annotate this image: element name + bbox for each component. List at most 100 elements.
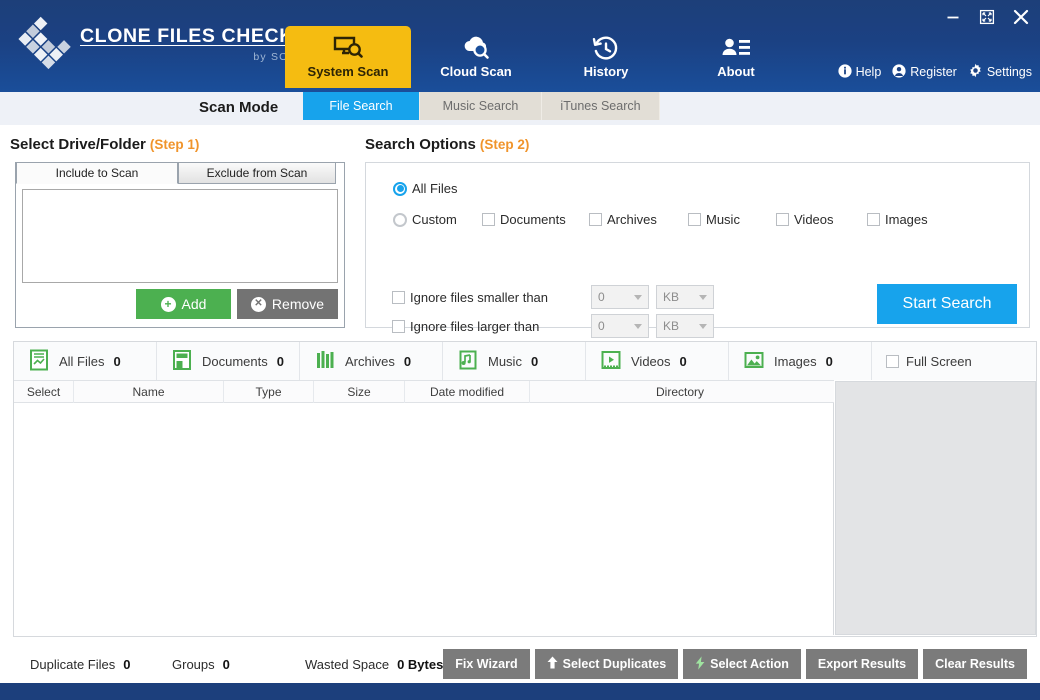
select-action-button[interactable]: Select Action <box>683 649 801 679</box>
checkbox-ignore-larger-icon <box>392 320 405 333</box>
gear-icon <box>968 63 983 81</box>
checkbox-ignore-larger[interactable]: Ignore files larger than <box>392 319 539 334</box>
status-bar: Duplicate Files 0 Groups 0 Wasted Space … <box>5 645 1035 683</box>
step2-title: Search Options <box>365 136 476 153</box>
checkbox-ignore-smaller[interactable]: Ignore files smaller than <box>392 290 548 305</box>
chevron-down-icon <box>699 324 707 329</box>
results-tab-documents-count: 0 <box>277 354 284 369</box>
fix-wizard-button[interactable]: Fix Wizard <box>443 649 529 679</box>
step1-heading: Select Drive/Folder(Step 1) <box>10 136 350 154</box>
results-tab-videos-count: 0 <box>680 354 687 369</box>
ignore-smaller-value-input[interactable]: 0 <box>591 285 649 309</box>
step2-box: All Files Custom Documents <box>365 162 1030 328</box>
step1-box: Include to Scan Exclude from Scan + Add … <box>15 162 345 328</box>
tab-file-search[interactable]: File Search <box>303 92 420 120</box>
checkbox-documents[interactable]: Documents <box>482 212 589 227</box>
utility-bar: Help Register Settings <box>838 63 1032 81</box>
results-tab-images-count: 0 <box>826 354 833 369</box>
checkbox-archives[interactable]: Archives <box>589 212 688 227</box>
duplicate-files-label: Duplicate Files <box>30 657 115 672</box>
app-body: Select Drive/Folder(Step 1) Include to S… <box>0 125 1040 683</box>
groups-value: 0 <box>223 657 230 672</box>
help-button[interactable]: Help <box>838 64 882 81</box>
results-tab-all-files-label: All Files <box>59 354 105 369</box>
chevron-down-icon <box>634 324 642 329</box>
nav-label-cloud-scan: Cloud Scan <box>440 64 512 79</box>
column-header-date-modified[interactable]: Date modified <box>405 381 530 403</box>
x-circle-icon: ✕ <box>251 297 266 312</box>
results-table-body[interactable] <box>14 403 834 635</box>
radio-custom[interactable]: Custom <box>393 212 482 227</box>
select-duplicates-button[interactable]: Select Duplicates <box>535 649 679 679</box>
checkbox-music[interactable]: Music <box>688 212 776 227</box>
select-action-label: Select Action <box>710 657 789 671</box>
column-header-select[interactable]: Select <box>14 381 74 403</box>
radio-all-files-icon <box>393 182 407 196</box>
tab-music-search[interactable]: Music Search <box>420 92 542 120</box>
results-tab-all-files[interactable]: All Files 0 <box>14 342 157 380</box>
ignore-larger-value: 0 <box>598 319 605 333</box>
nav-item-history[interactable]: History <box>541 26 671 88</box>
column-header-name[interactable]: Name <box>74 381 224 403</box>
nav-item-system-scan[interactable]: System Scan <box>285 26 411 88</box>
settings-button[interactable]: Settings <box>968 63 1032 81</box>
ignore-smaller-unit-select[interactable]: KB <box>656 285 714 309</box>
close-icon[interactable] <box>1010 6 1032 28</box>
nav-item-about[interactable]: About <box>671 26 801 88</box>
app-header: CLONE FILES CHECKER by SORCIM System Sca… <box>0 0 1040 92</box>
export-results-label: Export Results <box>818 657 906 671</box>
footer-buttons: Fix Wizard Select Duplicates Select Acti… <box>443 649 1027 679</box>
column-header-type[interactable]: Type <box>224 381 314 403</box>
add-button[interactable]: + Add <box>136 289 231 319</box>
radio-custom-icon <box>393 213 407 227</box>
minimize-icon[interactable] <box>942 6 964 28</box>
scan-mode-bar: Scan Mode File Search Music Search iTune… <box>0 92 1040 125</box>
results-tab-archives[interactable]: Archives 0 <box>300 342 443 380</box>
clone-files-checker-logo-icon <box>16 15 76 73</box>
register-button[interactable]: Register <box>892 64 957 81</box>
checkbox-videos-icon <box>776 213 789 226</box>
register-label: Register <box>910 65 957 79</box>
checkbox-documents-icon <box>482 213 495 226</box>
results-tab-all-files-count: 0 <box>114 354 121 369</box>
ignore-larger-value-input[interactable]: 0 <box>591 314 649 338</box>
results-tab-documents[interactable]: Documents 0 <box>157 342 300 380</box>
results-tab-music[interactable]: Music 0 <box>443 342 586 380</box>
checkbox-images[interactable]: Images <box>867 212 928 227</box>
ignore-larger-unit-select[interactable]: KB <box>656 314 714 338</box>
clock-history-icon <box>592 33 620 63</box>
preview-pane <box>835 381 1036 635</box>
remove-label: Remove <box>272 296 324 312</box>
checkbox-videos[interactable]: Videos <box>776 212 867 227</box>
results-tab-images[interactable]: Images 0 <box>729 342 872 380</box>
results-tab-images-label: Images <box>774 354 817 369</box>
radio-all-files[interactable]: All Files <box>393 181 458 196</box>
tab-itunes-search[interactable]: iTunes Search <box>542 92 660 120</box>
remove-button[interactable]: ✕ Remove <box>237 289 338 319</box>
clear-results-button[interactable]: Clear Results <box>923 649 1027 679</box>
results-tab-archives-count: 0 <box>404 354 411 369</box>
help-label: Help <box>856 65 882 79</box>
file-type-options: Custom Documents Archives Music <box>393 212 928 227</box>
checkbox-ignore-larger-label: Ignore files larger than <box>410 319 539 334</box>
maximize-icon[interactable] <box>976 6 998 28</box>
column-header-size[interactable]: Size <box>314 381 405 403</box>
tab-include-to-scan[interactable]: Include to Scan <box>16 162 178 184</box>
start-search-button[interactable]: Start Search <box>877 284 1017 324</box>
plus-circle-icon: + <box>161 297 176 312</box>
drive-folder-list[interactable] <box>22 189 338 283</box>
tab-exclude-from-scan[interactable]: Exclude from Scan <box>178 162 336 184</box>
search-options-panel: Search Options(Step 2) All Files Custom <box>365 136 1035 154</box>
results-tab-videos[interactable]: Videos 0 <box>586 342 729 380</box>
info-circle-icon <box>838 64 852 81</box>
select-drive-folder-panel: Select Drive/Folder(Step 1) Include to S… <box>10 136 350 154</box>
nav-item-cloud-scan[interactable]: Cloud Scan <box>411 26 541 88</box>
checkbox-documents-label: Documents <box>500 212 566 227</box>
export-results-button[interactable]: Export Results <box>806 649 918 679</box>
full-screen-checkbox[interactable]: Full Screen <box>872 342 985 380</box>
clear-results-label: Clear Results <box>935 657 1015 671</box>
wasted-space-stat: Wasted Space 0 Bytes <box>305 657 443 672</box>
step1-title: Select Drive/Folder <box>10 136 146 153</box>
column-header-directory[interactable]: Directory <box>530 381 830 403</box>
include-exclude-tabs: Include to Scan Exclude from Scan <box>16 162 346 184</box>
